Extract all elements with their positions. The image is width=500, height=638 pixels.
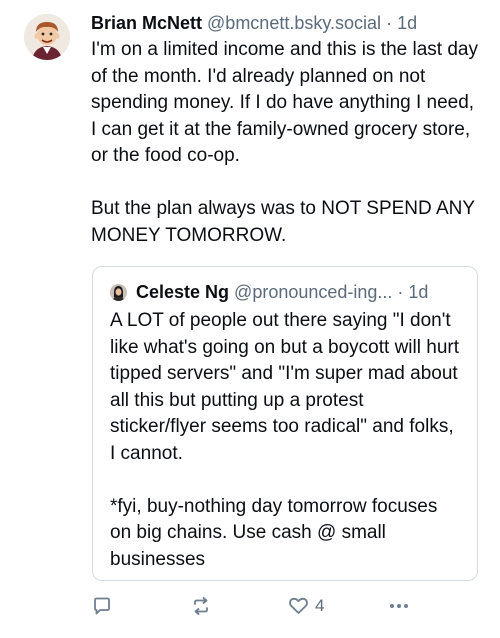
author-avatar[interactable] (24, 14, 70, 60)
quoted-post-header: Celeste Ng @pronounced-ing... · 1d (110, 279, 463, 305)
post-text: I'm on a limited income and this is the … (91, 39, 478, 246)
quoted-post-text: A LOT of people out there saying "I don'… (110, 310, 459, 570)
author-display-name[interactable]: Brian McNett (91, 13, 202, 33)
reply-icon (94, 597, 110, 615)
author-handle[interactable]: @bmcnett.bsky.social (207, 13, 381, 33)
post-actions: 4 (92, 596, 422, 620)
author-avatar-image (24, 14, 70, 60)
post-content: Brian McNett @bmcnett.bsky.social · 1d I… (91, 10, 483, 249)
post[interactable]: Brian McNett @bmcnett.bsky.social · 1d I… (0, 0, 500, 638)
separator-dot: · (386, 13, 393, 33)
quoted-separator-dot: · (397, 282, 404, 302)
like-button[interactable]: 4 (288, 596, 324, 616)
repost-icon (194, 597, 208, 615)
quoted-post-time: 1d (408, 282, 429, 302)
post-header: Brian McNett @bmcnett.bsky.social · 1d (91, 10, 483, 36)
more-options-button[interactable] (388, 600, 410, 612)
quoted-author-handle: @pronounced-ing... (234, 282, 393, 302)
reply-button[interactable] (92, 596, 112, 616)
quoted-post[interactable]: Celeste Ng @pronounced-ing... · 1d A LOT… (92, 266, 478, 581)
like-count: 4 (315, 596, 325, 615)
post-time[interactable]: 1d (397, 13, 417, 33)
quoted-author-avatar (110, 283, 127, 301)
more-icon (390, 604, 408, 608)
quoted-author-display-name: Celeste Ng (136, 282, 230, 302)
repost-button[interactable] (190, 596, 212, 616)
heart-icon (289, 597, 308, 614)
